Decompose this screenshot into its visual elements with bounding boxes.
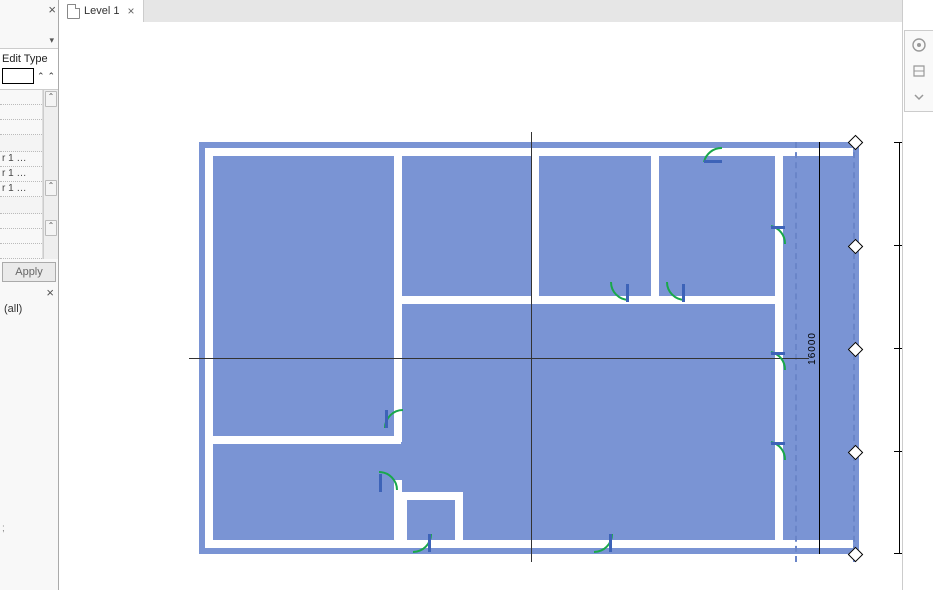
prop-row[interactable]: r 1 … — [0, 152, 42, 167]
wall — [205, 148, 853, 156]
prop-row[interactable]: r 1 … — [0, 167, 42, 182]
scroll-section-icon[interactable]: ⌃ — [45, 220, 57, 236]
chevron-down-icon[interactable]: ▾ — [49, 35, 54, 46]
door-icon — [704, 148, 720, 164]
view-area: Level 1 × — [59, 0, 902, 590]
door-icon — [771, 442, 787, 458]
footnote: ; — [2, 523, 5, 534]
view-cube-icon[interactable] — [911, 37, 927, 53]
dimension-value: 16000 — [807, 332, 818, 365]
door-icon — [771, 352, 787, 368]
wall — [531, 154, 539, 302]
wall — [399, 492, 461, 500]
collapse-icon[interactable]: ⌃ — [37, 71, 45, 82]
prop-group[interactable] — [0, 135, 42, 152]
panel-header: ▾ — [0, 0, 58, 49]
wall — [651, 154, 659, 302]
door-icon — [594, 534, 610, 550]
view-tabs: Level 1 × — [59, 0, 902, 23]
wall — [399, 296, 779, 304]
prop-row[interactable] — [0, 105, 42, 120]
prop-row[interactable] — [0, 214, 42, 229]
floor-plan: 16000 EQ EQ EQ EQ — [199, 142, 874, 562]
edit-type-label[interactable]: Edit Type — [2, 53, 48, 65]
wall — [205, 148, 213, 548]
chevron-down-icon[interactable] — [911, 89, 927, 105]
property-list: r 1 … r 1 … r 1 … ⌃ ⌃ ⌃ — [0, 90, 58, 259]
door-icon — [385, 410, 401, 426]
tab-label: Level 1 — [84, 5, 119, 17]
apply-button[interactable]: Apply — [2, 262, 56, 282]
sub-panel-header: × — [0, 285, 58, 299]
close-icon[interactable]: × — [46, 285, 54, 300]
prop-group[interactable] — [0, 197, 42, 214]
wall — [211, 436, 401, 444]
axis-line — [189, 358, 809, 359]
scroll-section-icon[interactable]: ⌃ — [45, 180, 57, 196]
tab-level1[interactable]: Level 1 × — [59, 0, 144, 22]
prop-row[interactable]: r 1 … — [0, 182, 42, 197]
prop-row[interactable] — [0, 229, 42, 244]
axis-line — [531, 132, 532, 562]
prop-row[interactable] — [0, 244, 42, 259]
drawing-canvas[interactable]: 16000 EQ EQ EQ EQ — [59, 22, 902, 590]
dimension-line — [819, 142, 820, 554]
value-input[interactable] — [2, 68, 34, 84]
wall — [775, 148, 783, 548]
prop-row[interactable] — [0, 90, 42, 105]
tab-strip — [144, 0, 903, 23]
nav-arrow-icon[interactable] — [911, 63, 927, 79]
app-root: × ▾ Edit Type ⌃ ⌃ r 1 … r 1 … r 1 … — [0, 0, 933, 590]
right-tool-strip — [902, 0, 933, 590]
scroll-up-icon[interactable]: ⌃ — [45, 91, 57, 107]
floor-slab — [199, 142, 859, 554]
prop-row[interactable] — [0, 120, 42, 135]
door-icon — [667, 282, 683, 298]
document-icon — [67, 4, 80, 19]
close-icon[interactable]: × — [127, 4, 134, 18]
properties-panel: × ▾ Edit Type ⌃ ⌃ r 1 … r 1 … r 1 … — [0, 0, 59, 590]
door-icon — [413, 534, 429, 550]
wall — [205, 540, 853, 548]
edit-type-section: Edit Type ⌃ ⌃ — [0, 49, 58, 90]
grid-line — [795, 142, 797, 562]
door-icon — [611, 282, 627, 298]
right-tool-tray — [904, 30, 933, 112]
scrollbar[interactable]: ⌃ ⌃ ⌃ — [43, 90, 58, 259]
door-icon — [771, 226, 787, 242]
filter-all-label[interactable]: (all) — [0, 299, 58, 319]
collapse-icon[interactable]: ⌃ — [48, 71, 56, 82]
door-icon — [379, 472, 395, 488]
